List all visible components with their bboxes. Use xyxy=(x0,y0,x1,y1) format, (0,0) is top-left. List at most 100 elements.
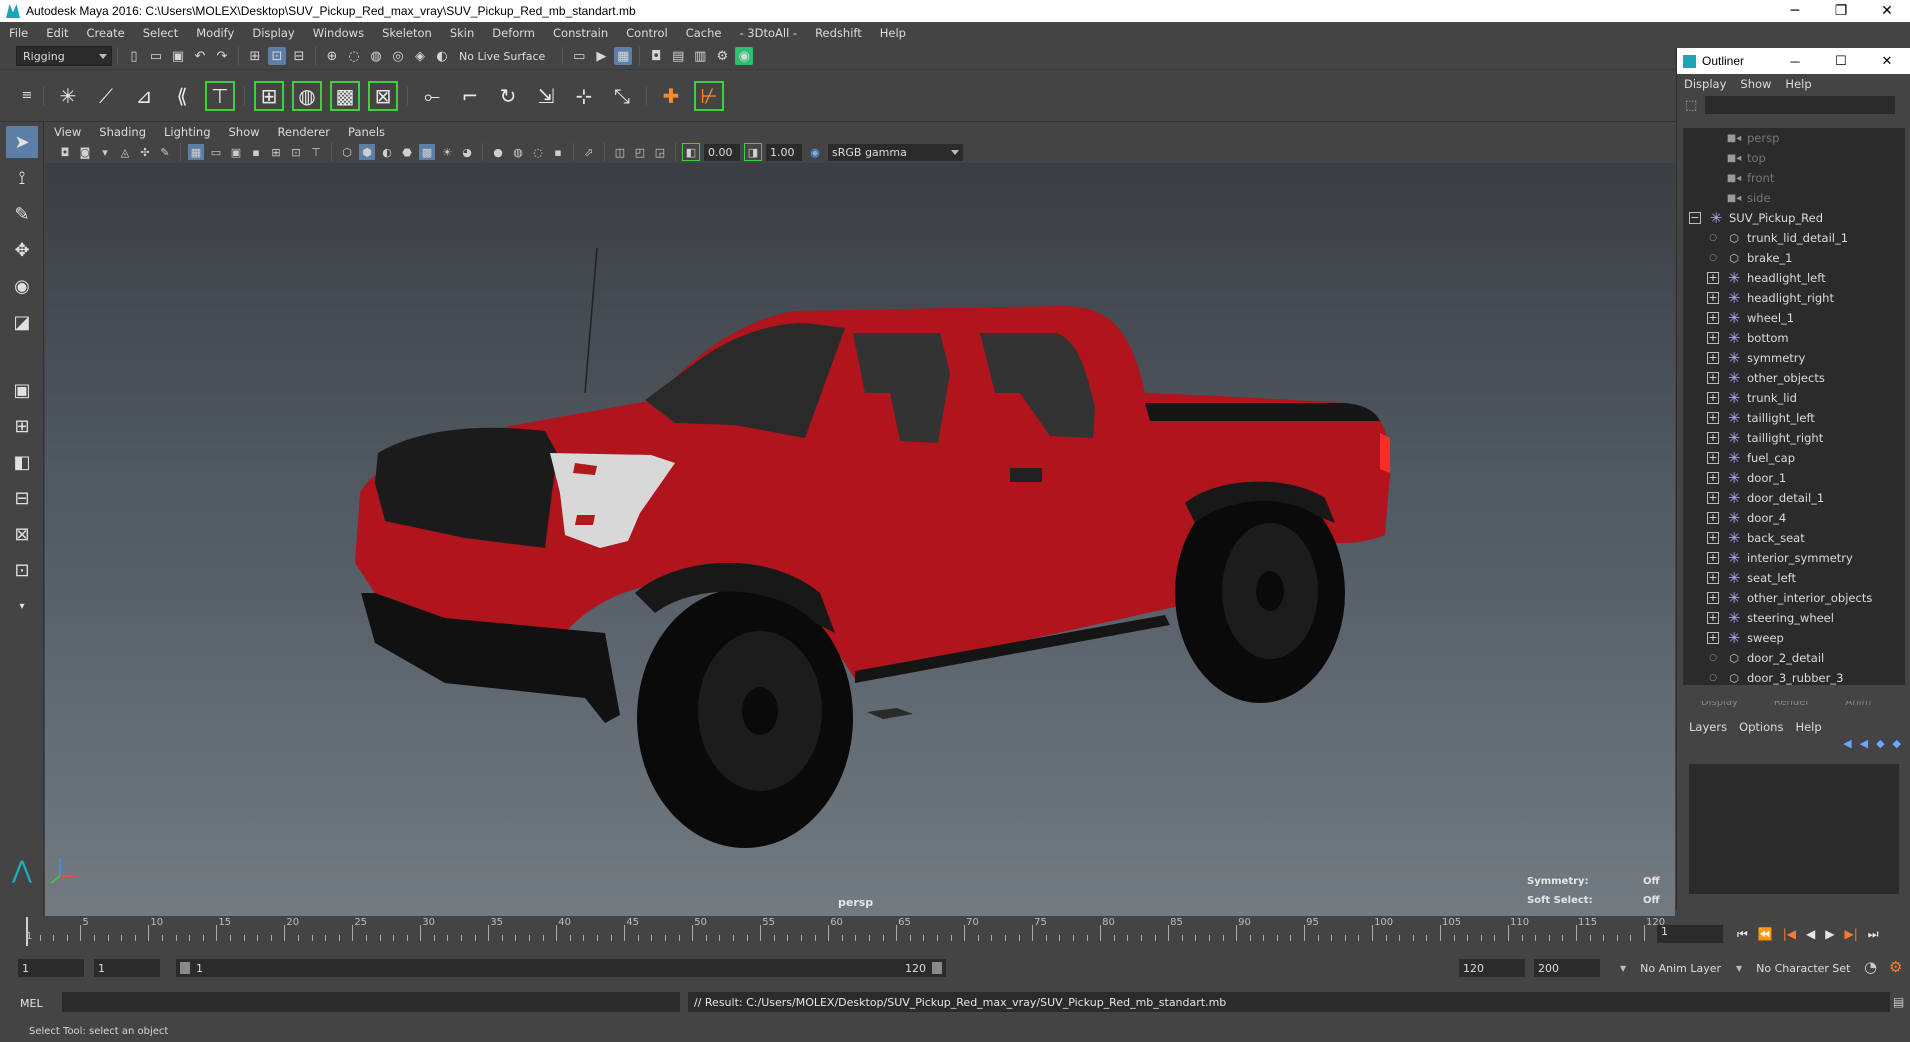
move-layer-up-icon[interactable]: ◀ xyxy=(1843,737,1851,755)
use-all-lights-icon[interactable]: ☀ xyxy=(439,144,455,160)
motion-blur-icon[interactable]: ◍ xyxy=(510,144,526,160)
color-management-icon[interactable]: ◉ xyxy=(807,144,823,160)
hypershade-icon[interactable]: ◉ xyxy=(735,47,754,65)
step-back-icon[interactable]: ⏪ xyxy=(1758,927,1773,941)
outliner-item[interactable]: + ✳ seat_left xyxy=(1683,568,1905,588)
locator-icon[interactable]: ⊤ xyxy=(203,79,237,113)
film-gate-icon[interactable]: ▭ xyxy=(208,144,224,160)
expand-icon[interactable]: + xyxy=(1707,332,1719,344)
filter-icon[interactable]: ⬚ xyxy=(1685,98,1697,113)
persp-graph-layout-icon[interactable]: ⊟ xyxy=(6,482,38,514)
layers-menu-help[interactable]: Help xyxy=(1789,720,1827,734)
menu-windows[interactable]: Windows xyxy=(304,26,373,40)
expand-icon[interactable]: + xyxy=(1707,572,1719,584)
outliner-item[interactable]: ○ ⬡ brake_1 xyxy=(1683,248,1905,268)
outliner-search-input[interactable] xyxy=(1705,96,1896,114)
outliner-item[interactable]: + ✳ taillight_left xyxy=(1683,408,1905,428)
smooth-shade-icon[interactable]: ⬢ xyxy=(359,144,375,160)
ik-handle-icon[interactable]: ⟋ xyxy=(89,79,123,113)
expand-icon[interactable]: + xyxy=(1707,392,1719,404)
screen-space-ao-icon[interactable]: ● xyxy=(490,144,506,160)
cluster-icon[interactable]: ⊞ xyxy=(252,79,286,113)
multisample-aa-icon[interactable]: ◌ xyxy=(530,144,546,160)
tab-display[interactable]: Display xyxy=(1683,701,1756,715)
lasso-tool-icon[interactable]: ⟟ xyxy=(6,162,38,194)
scale-constraint-icon[interactable]: ⇲ xyxy=(529,79,563,113)
expand-icon[interactable]: + xyxy=(1707,492,1719,504)
four-view-layout-icon[interactable]: ⊞ xyxy=(6,410,38,442)
step-forward-key-icon[interactable]: ▶| xyxy=(1845,927,1858,941)
snap-curve-icon[interactable]: ◌ xyxy=(345,47,363,65)
outliner-minimize-button[interactable]: ─ xyxy=(1772,48,1818,74)
snap-surface-icon[interactable]: ◈ xyxy=(411,47,429,65)
expand-icon[interactable]: + xyxy=(1707,352,1719,364)
restore-button[interactable]: ❐ xyxy=(1818,0,1864,22)
menu-file[interactable]: File xyxy=(0,26,37,40)
two-d-pan-icon[interactable]: ✣ xyxy=(137,144,153,160)
outliner-item[interactable]: ○ ⬡ door_3_rubber_3 xyxy=(1683,668,1905,685)
select-component-icon[interactable]: ⊟ xyxy=(290,47,308,65)
expand-icon[interactable]: + xyxy=(1707,292,1719,304)
gamma-icon[interactable]: ◨ xyxy=(744,143,762,161)
wireframe-on-shaded-icon[interactable]: ⬣ xyxy=(399,144,415,160)
outliner-item[interactable]: − ✳ SUV_Pickup_Red xyxy=(1683,208,1905,228)
tab-render[interactable]: Render xyxy=(1756,701,1828,715)
make-live-icon[interactable]: ◐ xyxy=(433,47,451,65)
default-material-icon[interactable]: ◐ xyxy=(379,144,395,160)
hypershade-layout-icon[interactable]: ⊠ xyxy=(6,518,38,550)
expand-icon[interactable]: + xyxy=(1707,532,1719,544)
animation-end-field[interactable]: 200 xyxy=(1534,959,1600,977)
animation-start-field[interactable]: 1 xyxy=(18,959,84,977)
menu-display[interactable]: Display xyxy=(243,26,303,40)
outliner-item[interactable]: + ✳ trunk_lid xyxy=(1683,388,1905,408)
wrap-deformer-icon[interactable]: ⊠ xyxy=(366,79,400,113)
pole-vector-icon[interactable]: ⤡ xyxy=(605,79,639,113)
expand-icon[interactable]: + xyxy=(1707,412,1719,424)
lattice-icon[interactable]: ▩ xyxy=(328,79,362,113)
expand-icon[interactable]: + xyxy=(1707,632,1719,644)
snap-view-plane-icon[interactable]: ◎ xyxy=(389,47,407,65)
point-constraint-icon[interactable]: ⌐ xyxy=(453,79,487,113)
menu-create[interactable]: Create xyxy=(78,26,134,40)
outliner-item[interactable]: ○ ⬡ trunk_lid_detail_1 xyxy=(1683,228,1905,248)
time-slider[interactable]: 1 5 10 15 20 25 30 35 40 45 50 55 60 65 70 75 80 85 90 95 1… xyxy=(16,917,1665,946)
layers-menu-options[interactable]: Options xyxy=(1733,720,1789,734)
render-settings-icon[interactable]: ⚙ xyxy=(713,47,731,65)
wireframe-icon[interactable]: ⬡ xyxy=(339,144,355,160)
expand-icon[interactable]: + xyxy=(1707,372,1719,384)
geometry-constraint-icon[interactable]: ⊬ xyxy=(692,79,726,113)
preferences-icon[interactable]: ⚙ xyxy=(1889,958,1902,976)
insert-joint-icon[interactable]: ⟪ xyxy=(165,79,199,113)
outliner-item[interactable]: + ✳ door_detail_1 xyxy=(1683,488,1905,508)
command-input[interactable] xyxy=(62,992,680,1012)
menu-modify[interactable]: Modify xyxy=(187,26,243,40)
single-perspective-layout-icon[interactable]: ▣ xyxy=(6,374,38,406)
outliner-item[interactable]: + ✳ other_interior_objects xyxy=(1683,588,1905,608)
paint-select-icon[interactable]: ✎ xyxy=(6,198,38,230)
menu-cache[interactable]: Cache xyxy=(677,26,731,40)
gamma-field[interactable]: 1.00 xyxy=(766,143,802,161)
outliner-item[interactable]: + ✳ door_1 xyxy=(1683,468,1905,488)
depth-of-field-icon[interactable]: ▪ xyxy=(550,144,566,160)
expand-icon[interactable]: + xyxy=(1707,592,1719,604)
script-language-toggle[interactable]: MEL xyxy=(20,994,58,1012)
play-backwards-icon[interactable]: ◀ xyxy=(1806,927,1815,941)
collapse-icon[interactable]: − xyxy=(1689,212,1701,224)
outliner-close-button[interactable]: ✕ xyxy=(1864,48,1910,74)
outliner-item[interactable]: + ✳ headlight_right xyxy=(1683,288,1905,308)
minimize-button[interactable]: ─ xyxy=(1772,0,1818,22)
camera-select-icon[interactable]: ◘ xyxy=(57,144,73,160)
viewport-menu-view[interactable]: View xyxy=(45,125,90,139)
menu-redshift[interactable]: Redshift xyxy=(806,26,871,40)
grid-icon[interactable]: ▦ xyxy=(188,144,204,160)
playback-start-field[interactable]: 1 xyxy=(94,959,160,977)
expand-icon[interactable]: + xyxy=(1707,272,1719,284)
expand-icon[interactable]: + xyxy=(1707,612,1719,624)
bind-skin-icon[interactable]: ⟜ xyxy=(415,79,449,113)
menu-edit[interactable]: Edit xyxy=(37,26,77,40)
snap-grid-icon[interactable]: ⊕ xyxy=(323,47,341,65)
expand-icon[interactable]: + xyxy=(1707,452,1719,464)
menu-select[interactable]: Select xyxy=(134,26,187,40)
playback-end-field[interactable]: 120 xyxy=(1459,959,1525,977)
aim-constraint-icon[interactable]: ⊹ xyxy=(567,79,601,113)
